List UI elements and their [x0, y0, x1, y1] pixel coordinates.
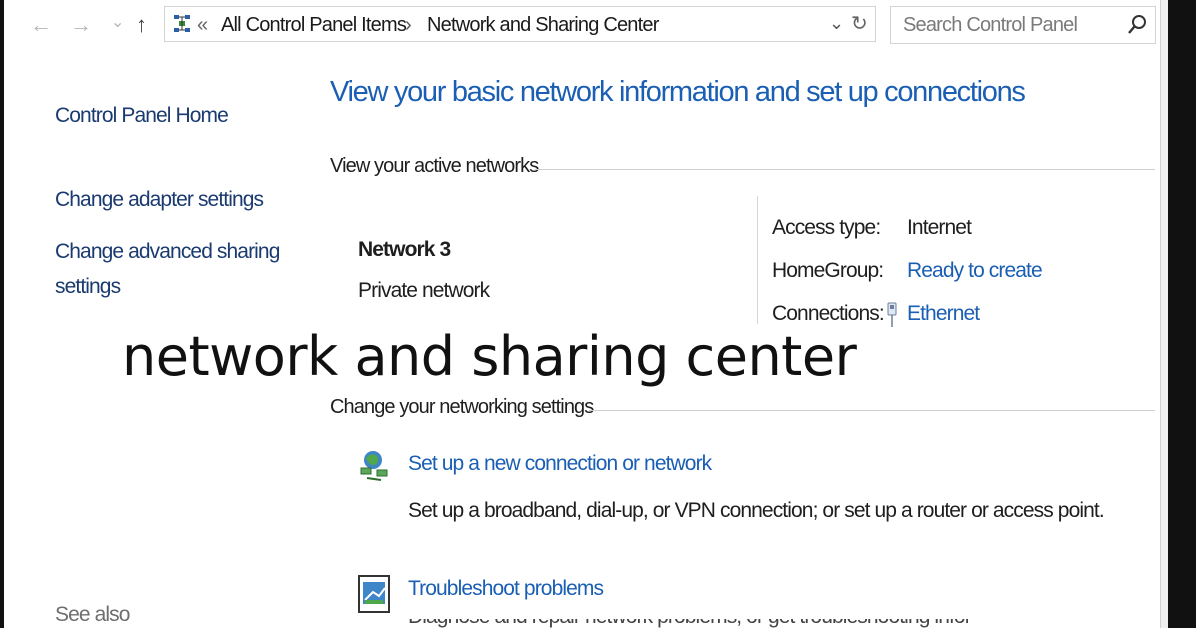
homegroup-label: HomeGroup:	[772, 259, 884, 282]
forward-button[interactable]: →	[70, 10, 92, 40]
chevron-down-icon[interactable]: ⌄	[829, 13, 844, 34]
network-location-icon	[174, 15, 190, 32]
homegroup-link[interactable]: Ready to create	[907, 259, 1043, 283]
breadcrumb-overflow[interactable]: «	[197, 14, 208, 37]
access-type-label: Access type:	[772, 216, 881, 239]
network-name: Network 3	[358, 238, 451, 261]
section-divider	[589, 410, 1155, 411]
change-settings-title: Change your networking settings	[330, 396, 594, 418]
troubleshoot-description-clip: Diagnose and repair network problems, or…	[408, 619, 968, 628]
breadcrumb-all-items[interactable]: All Control Panel Items	[221, 14, 407, 37]
troubleshoot-description: Diagnose and repair network problems, or…	[408, 619, 968, 628]
sidebar-advanced-line1[interactable]: Change advanced sharing	[55, 235, 280, 269]
back-button[interactable]: ←	[30, 10, 52, 40]
recent-locations-button[interactable]: ⌄	[111, 8, 124, 38]
connections-label: Connections:	[772, 302, 885, 325]
search-input[interactable]	[891, 7, 1125, 43]
overlay-caption: network and sharing center	[122, 325, 857, 388]
setup-connection-description: Set up a broadband, dial-up, or VPN conn…	[408, 499, 1105, 522]
troubleshoot-icon	[358, 575, 390, 613]
ethernet-connection-link[interactable]: Ethernet	[907, 302, 980, 326]
network-divider	[757, 196, 758, 324]
window-border-right	[1168, 0, 1196, 628]
sidebar-change-adapter-settings[interactable]: Change adapter settings	[55, 183, 264, 217]
page-title: View your basic network information and …	[330, 76, 1026, 108]
ethernet-icon	[887, 302, 897, 327]
address-bar[interactable]: « All Control Panel Items › Network and …	[164, 6, 876, 42]
section-divider	[535, 169, 1155, 170]
up-button[interactable]: ↑	[136, 10, 147, 40]
access-type-value: Internet	[907, 216, 972, 239]
search-box	[890, 6, 1156, 44]
active-networks-title: View your active networks	[330, 155, 539, 177]
breadcrumb-separator[interactable]: ›	[405, 14, 412, 37]
sidebar-advanced-line2[interactable]: settings	[55, 270, 121, 304]
breadcrumb-network-sharing[interactable]: Network and Sharing Center	[427, 14, 659, 37]
search-icon[interactable]	[1123, 11, 1151, 39]
refresh-icon[interactable]: ↻	[851, 11, 868, 36]
sidebar-control-panel-home[interactable]: Control Panel Home	[55, 99, 229, 133]
troubleshoot-link[interactable]: Troubleshoot problems	[408, 577, 604, 601]
setup-connection-link[interactable]: Set up a new connection or network	[408, 452, 712, 476]
see-also-heading: See also	[55, 603, 130, 626]
network-type: Private network	[358, 279, 490, 302]
new-connection-icon	[360, 451, 388, 481]
window-border-left	[0, 0, 4, 628]
